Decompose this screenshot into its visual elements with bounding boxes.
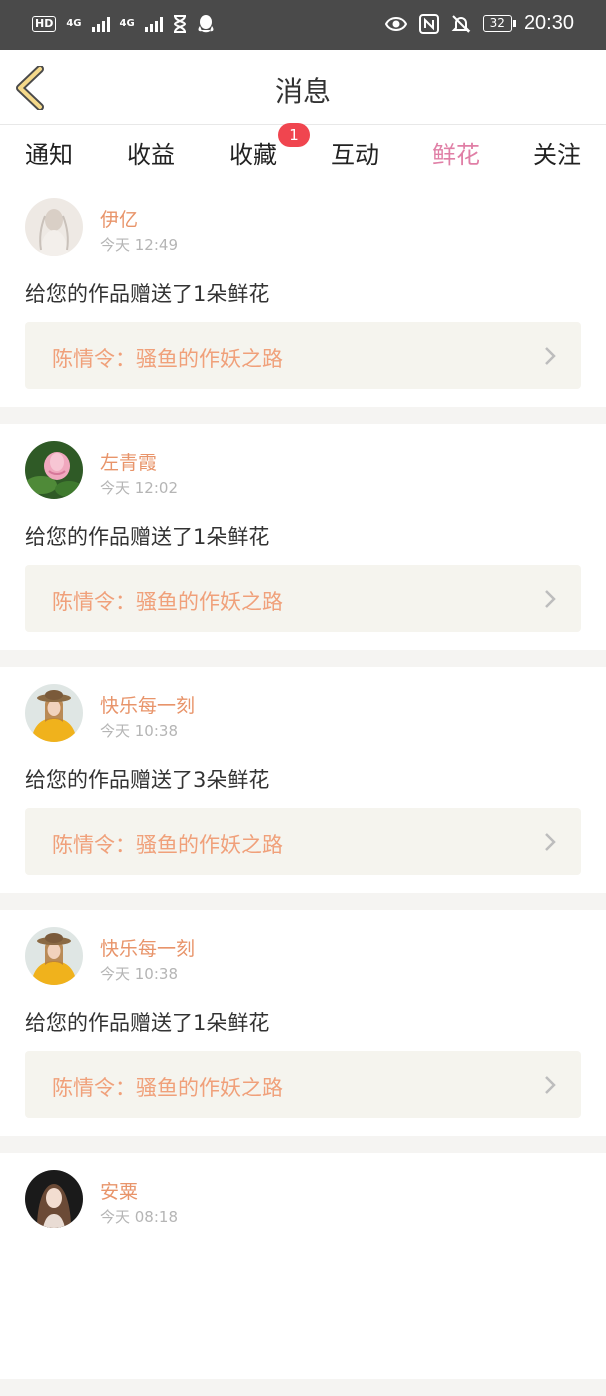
hd-voice-icon: HD bbox=[32, 16, 57, 32]
network-type-1: 4G bbox=[66, 18, 82, 29]
avatar[interactable] bbox=[25, 927, 83, 985]
tab-label: 互动 bbox=[331, 141, 379, 169]
message-text: 给您的作品赠送了1朵鲜花 bbox=[25, 525, 270, 549]
work-link[interactable]: 陈情令：骚鱼的作妖之路 bbox=[25, 1051, 581, 1118]
signal-strength-icon bbox=[144, 16, 163, 32]
sender-name[interactable]: 伊亿 bbox=[100, 205, 138, 232]
bell-muted-icon bbox=[451, 14, 471, 33]
tab-interaction[interactable]: 互动 bbox=[330, 135, 380, 175]
sender-name[interactable]: 安粟 bbox=[100, 1177, 138, 1204]
status-time: 20:30 bbox=[523, 12, 574, 34]
message-time: 今天 10:38 bbox=[100, 722, 178, 740]
message-text: 给您的作品赠送了1朵鲜花 bbox=[25, 1011, 270, 1035]
network-type-2: 4G bbox=[119, 18, 135, 29]
tab-label: 收益 bbox=[127, 141, 175, 169]
sender-name[interactable]: 快乐每一刻 bbox=[100, 934, 195, 961]
work-title: 陈情令：骚鱼的作妖之路 bbox=[52, 1076, 283, 1100]
sender-name[interactable]: 左青霞 bbox=[100, 448, 157, 475]
flower-message-list: 伊亿 今天 12:49 给您的作品赠送了1朵鲜花 陈情令：骚鱼的作妖之路 左青霞… bbox=[0, 181, 606, 1396]
unread-badge: 1 bbox=[278, 123, 310, 147]
list-item: 伊亿 今天 12:49 给您的作品赠送了1朵鲜花 陈情令：骚鱼的作妖之路 bbox=[0, 181, 606, 407]
work-title: 陈情令：骚鱼的作妖之路 bbox=[52, 833, 283, 857]
tab-earnings[interactable]: 收益 bbox=[126, 135, 176, 175]
qq-penguin-icon bbox=[198, 15, 214, 33]
hourglass-icon bbox=[173, 15, 186, 33]
tab-label: 关注 bbox=[533, 141, 581, 169]
tab-notice[interactable]: 通知 bbox=[24, 135, 74, 175]
tab-label: 鲜花 bbox=[432, 141, 480, 169]
app-header: 消息 bbox=[0, 50, 606, 125]
message-text: 给您的作品赠送了3朵鲜花 bbox=[25, 768, 270, 792]
list-item: 快乐每一刻 今天 10:38 给您的作品赠送了1朵鲜花 陈情令：骚鱼的作妖之路 bbox=[0, 910, 606, 1136]
list-item: 快乐每一刻 今天 10:38 给您的作品赠送了3朵鲜花 陈情令：骚鱼的作妖之路 bbox=[0, 667, 606, 893]
tab-following[interactable]: 关注 bbox=[532, 135, 582, 175]
list-item: 安粟 今天 08:18 bbox=[0, 1153, 606, 1379]
message-time: 今天 10:38 bbox=[100, 965, 178, 983]
chevron-right-icon bbox=[545, 590, 556, 608]
page-title: 消息 bbox=[274, 75, 331, 108]
avatar[interactable] bbox=[25, 441, 83, 499]
chevron-right-icon bbox=[545, 347, 556, 365]
sender-name[interactable]: 快乐每一刻 bbox=[100, 691, 195, 718]
work-title: 陈情令：骚鱼的作妖之路 bbox=[52, 347, 283, 371]
chevron-right-icon bbox=[545, 833, 556, 851]
message-text: 给您的作品赠送了1朵鲜花 bbox=[25, 282, 270, 306]
avatar[interactable] bbox=[25, 198, 83, 256]
eye-icon bbox=[384, 16, 407, 31]
battery-icon: 32 bbox=[482, 15, 517, 32]
chevron-right-icon bbox=[545, 1076, 556, 1094]
work-link[interactable]: 陈情令：骚鱼的作妖之路 bbox=[25, 565, 581, 632]
tab-flowers[interactable]: 鲜花 bbox=[431, 135, 481, 185]
signal-strength-icon bbox=[91, 16, 110, 32]
tab-label: 通知 bbox=[25, 141, 73, 169]
tab-label: 收藏 bbox=[229, 141, 277, 169]
tab-favorites[interactable]: 收藏 1 bbox=[228, 123, 310, 175]
avatar[interactable] bbox=[25, 684, 83, 742]
message-tabs: 通知 收益 收藏 1 互动 鲜花 关注 bbox=[0, 123, 606, 185]
message-time: 今天 12:49 bbox=[100, 236, 178, 254]
work-link[interactable]: 陈情令：骚鱼的作妖之路 bbox=[25, 808, 581, 875]
work-link[interactable]: 陈情令：骚鱼的作妖之路 bbox=[25, 322, 581, 389]
avatar[interactable] bbox=[25, 1170, 83, 1228]
message-time: 今天 12:02 bbox=[100, 479, 178, 497]
nfc-icon bbox=[418, 13, 439, 34]
status-bar: HD 4G 4G 32 20:30 bbox=[0, 0, 606, 50]
list-item: 左青霞 今天 12:02 给您的作品赠送了1朵鲜花 陈情令：骚鱼的作妖之路 bbox=[0, 424, 606, 650]
message-time: 今天 08:18 bbox=[100, 1208, 178, 1226]
work-title: 陈情令：骚鱼的作妖之路 bbox=[52, 590, 283, 614]
